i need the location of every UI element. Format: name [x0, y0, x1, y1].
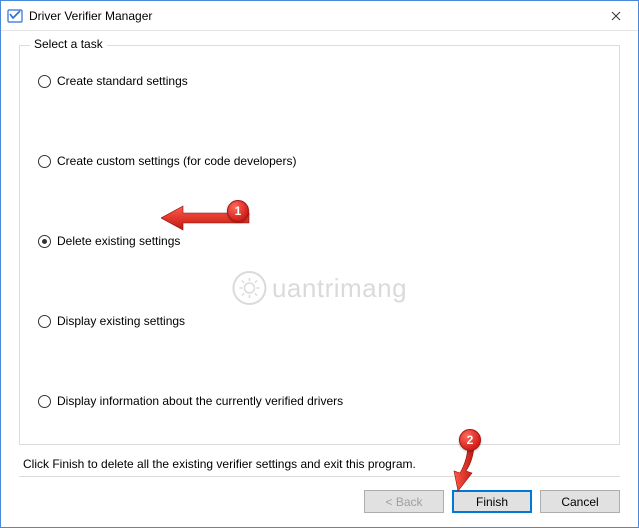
radio-label: Display information about the currently … — [57, 394, 343, 408]
radio-icon — [38, 315, 51, 328]
radio-option-display-info[interactable]: Display information about the currently … — [38, 392, 605, 410]
dialog-body: Select a task Create standard settings C… — [1, 31, 638, 527]
radio-label: Display existing settings — [57, 314, 185, 328]
radio-option-create-custom[interactable]: Create custom settings (for code develop… — [38, 152, 605, 170]
radio-icon — [38, 235, 51, 248]
radio-icon — [38, 395, 51, 408]
cancel-button[interactable]: Cancel — [540, 490, 620, 513]
radio-label: Create custom settings (for code develop… — [57, 154, 296, 168]
app-icon — [7, 8, 23, 24]
annotation-badge-2: 2 — [459, 429, 481, 451]
close-button[interactable] — [593, 1, 638, 30]
finish-button[interactable]: Finish — [452, 490, 532, 513]
task-groupbox: Select a task Create standard settings C… — [19, 45, 620, 445]
hint-text: Click Finish to delete all the existing … — [23, 457, 616, 471]
annotation-badge-1: 1 — [227, 200, 249, 222]
button-separator — [19, 476, 620, 477]
radio-icon — [38, 75, 51, 88]
radio-label: Create standard settings — [57, 74, 188, 88]
button-row: < Back Finish Cancel — [364, 490, 620, 513]
radio-option-delete-existing[interactable]: Delete existing settings — [38, 232, 605, 250]
groupbox-legend: Select a task — [30, 37, 107, 51]
radio-option-create-standard[interactable]: Create standard settings — [38, 72, 605, 90]
window-title: Driver Verifier Manager — [29, 9, 593, 23]
titlebar: Driver Verifier Manager — [1, 1, 638, 31]
radio-icon — [38, 155, 51, 168]
radio-option-display-existing[interactable]: Display existing settings — [38, 312, 605, 330]
back-button: < Back — [364, 490, 444, 513]
radio-label: Delete existing settings — [57, 234, 180, 248]
window-frame: Driver Verifier Manager Select a task Cr… — [0, 0, 639, 528]
